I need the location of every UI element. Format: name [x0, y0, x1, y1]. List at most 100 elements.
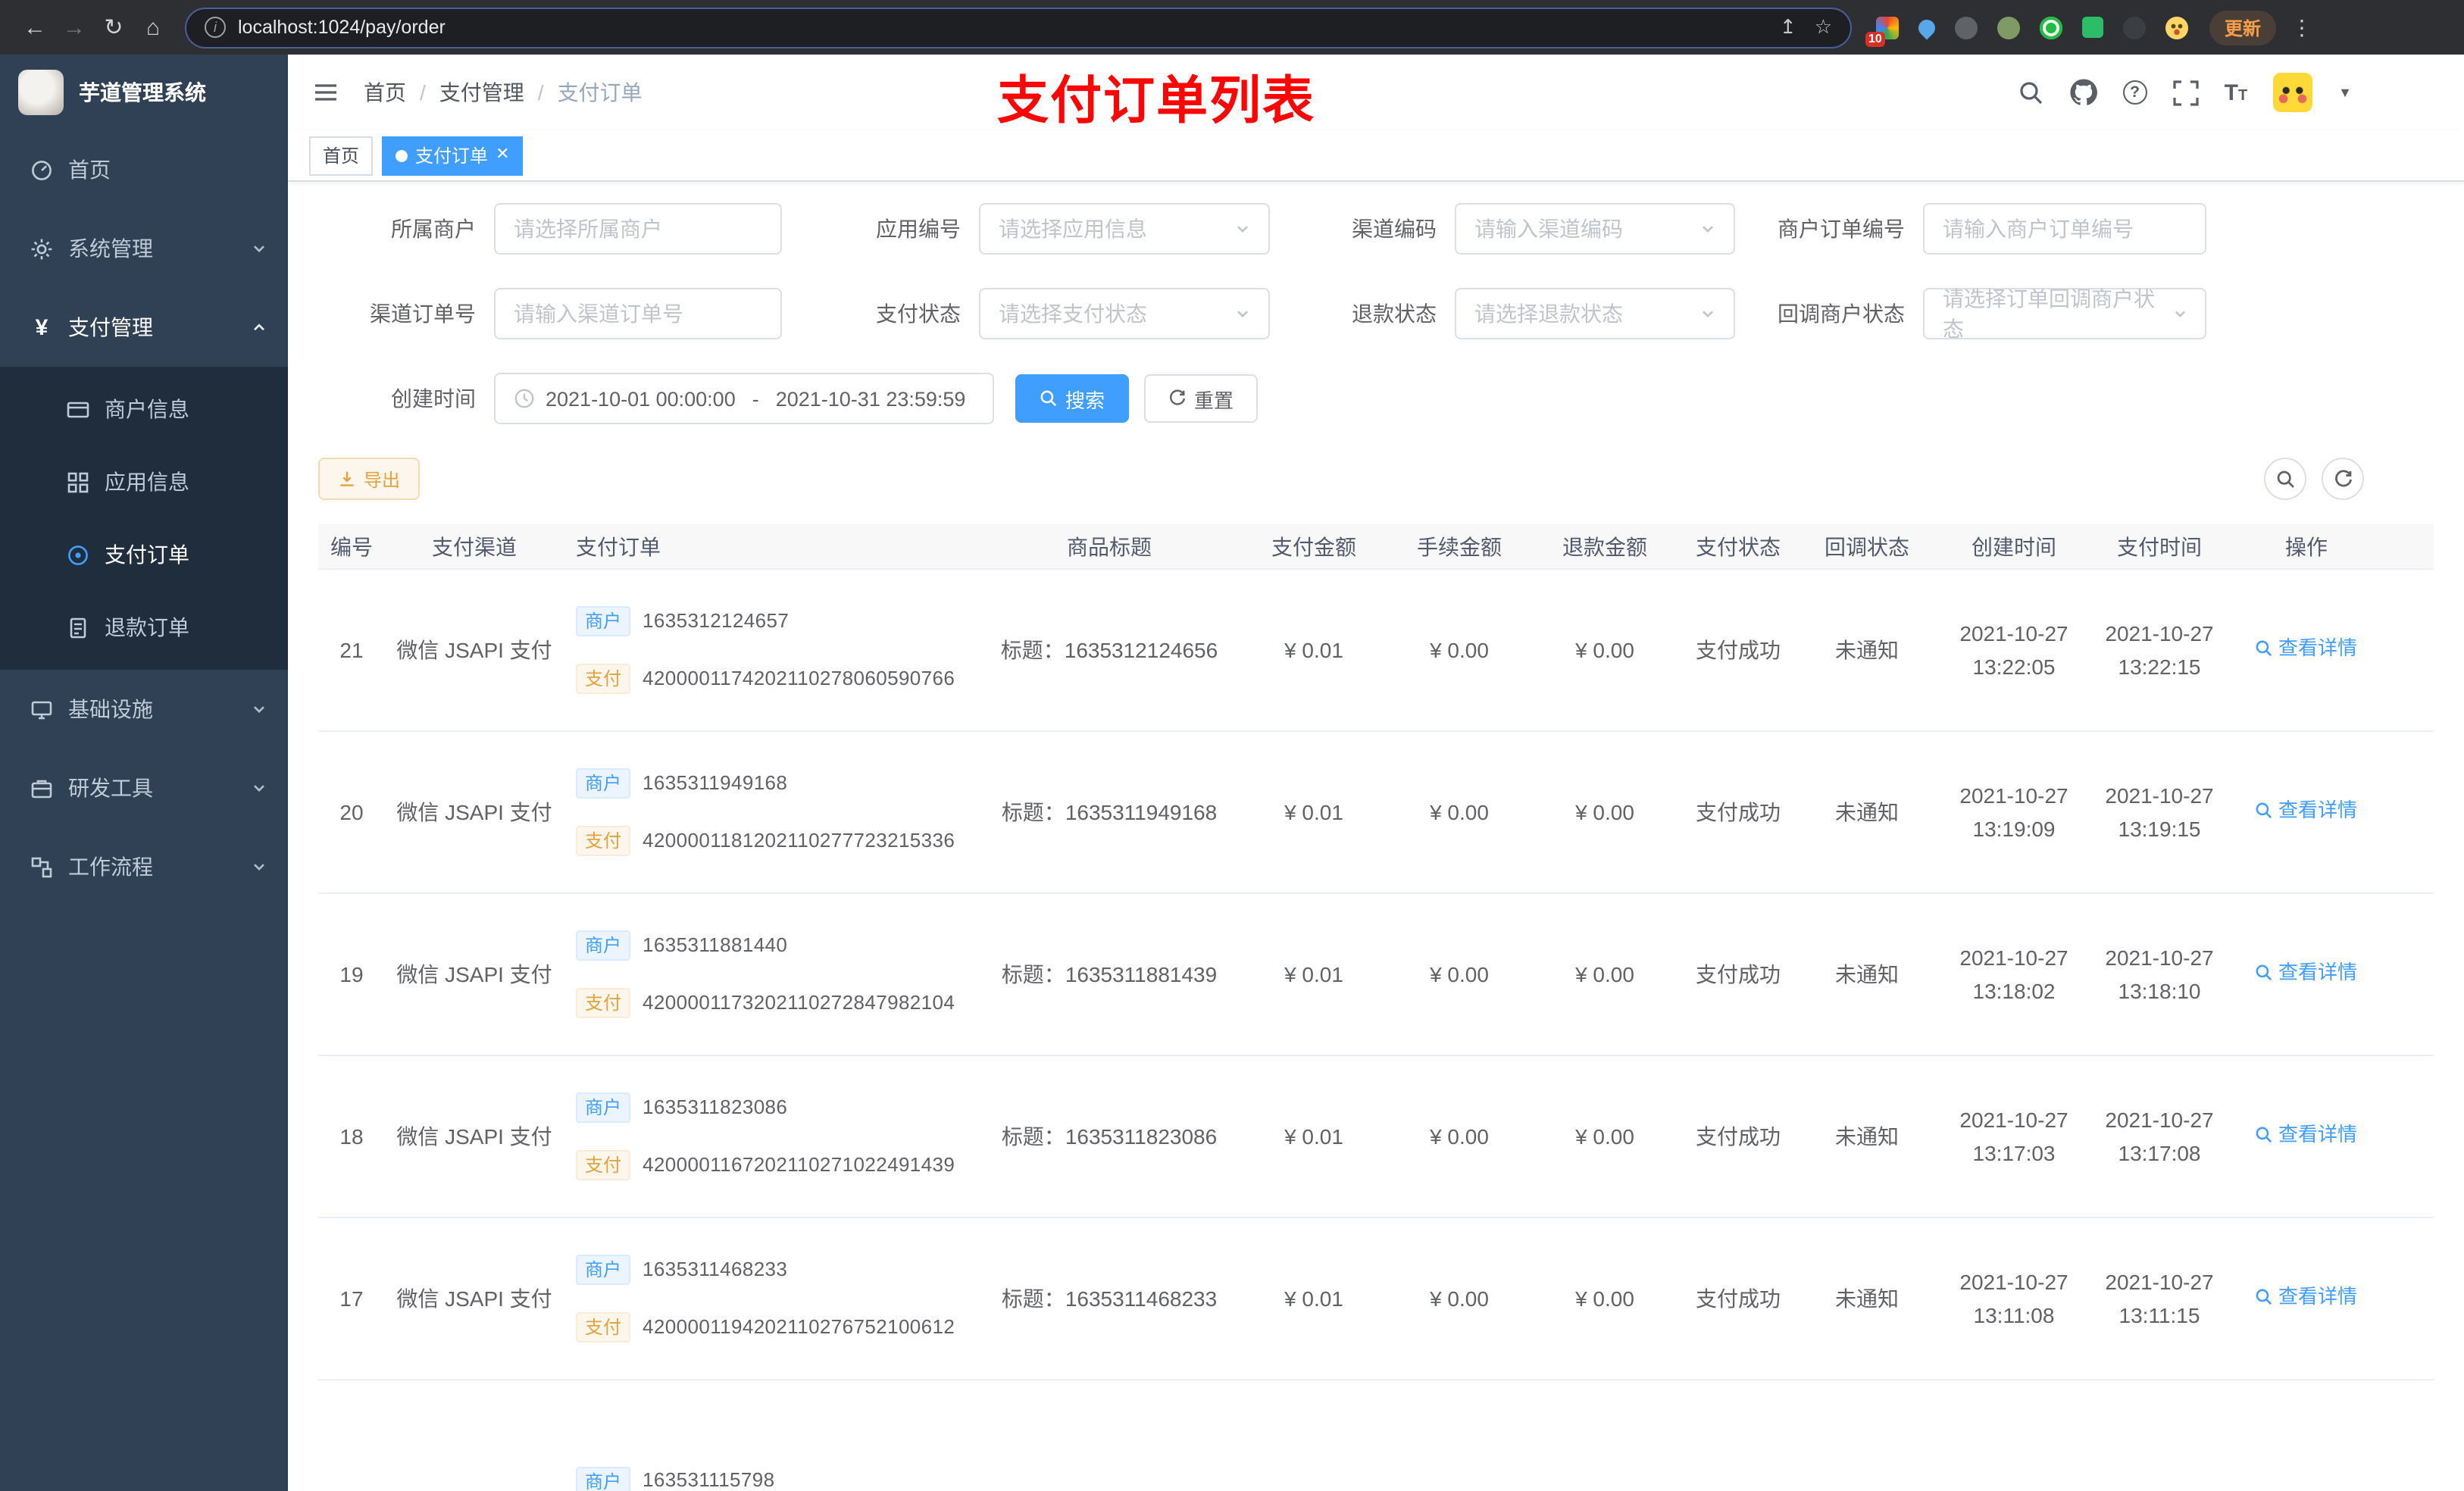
- sidebar-item-app-info[interactable]: 应用信息: [0, 445, 288, 518]
- extension-badge: 10: [1865, 31, 1885, 46]
- export-button[interactable]: 导出: [318, 458, 421, 500]
- view-detail-link[interactable]: 查看详情: [2256, 1283, 2357, 1311]
- callback-status-select[interactable]: 请选择订单回调商户状态: [1923, 286, 2206, 341]
- address-bar[interactable]: i localhost:1024/pay/order ↥ ☆: [185, 7, 1852, 48]
- tab-pay-order[interactable]: 支付订单 ✕: [382, 136, 524, 175]
- extension-icon[interactable]: [1997, 16, 2020, 39]
- range-separator: -: [752, 387, 759, 410]
- reload-icon[interactable]: ↻: [94, 8, 133, 47]
- sidebar-item-pay-order[interactable]: 支付订单: [0, 518, 288, 591]
- reset-button[interactable]: 重置: [1144, 374, 1259, 423]
- cell-amount: ¥ 0.01: [1284, 799, 1343, 824]
- title-prefix: 标题：: [1001, 961, 1065, 986]
- merchant-order-no-field[interactable]: [1943, 217, 2187, 241]
- sidebar-item-dev-tools[interactable]: 研发工具: [0, 749, 288, 827]
- breadcrumb-home[interactable]: 首页: [364, 77, 406, 108]
- chevron-down-icon: [1703, 226, 1713, 233]
- extension-icon[interactable]: [2082, 17, 2103, 38]
- sidebar-item-refund-order[interactable]: 退款订单: [0, 591, 288, 664]
- cell-status: 支付成功: [1696, 1124, 1781, 1149]
- forward-icon[interactable]: →: [55, 8, 94, 47]
- browser-update-button[interactable]: 更新: [2209, 10, 2277, 45]
- bookmark-star-icon[interactable]: ☆: [1815, 15, 1832, 39]
- sidebar-item-home[interactable]: 首页: [0, 130, 288, 209]
- title-value: 1635311823086: [1065, 1124, 1218, 1149]
- refresh-table-button[interactable]: [2322, 458, 2364, 500]
- avatar-caret-icon[interactable]: ▼: [2338, 85, 2352, 100]
- chevron-down-icon: [1703, 311, 1713, 318]
- cell-notify: 未通知: [1835, 799, 1899, 824]
- cell-amount: ¥ 0.01: [1284, 961, 1343, 986]
- home-icon[interactable]: ⌂: [133, 8, 173, 47]
- table-row: 21 微信 JSAPI 支付 商户 1635312124657 支付 42000…: [318, 570, 2434, 732]
- view-detail-link[interactable]: 查看详情: [2256, 1121, 2357, 1149]
- browser-menu-icon[interactable]: ⋮: [2291, 14, 2312, 40]
- close-icon[interactable]: ✕: [496, 146, 509, 164]
- breadcrumb-payment[interactable]: 支付管理: [439, 77, 524, 108]
- view-detail-link[interactable]: 查看详情: [2256, 634, 2357, 663]
- toggle-search-button[interactable]: [2264, 458, 2306, 500]
- sidebar-toggle-icon[interactable]: [312, 79, 339, 106]
- extension-icon[interactable]: [2123, 16, 2146, 39]
- col-notify: 回调状态: [1825, 534, 1909, 558]
- back-icon[interactable]: ←: [15, 8, 55, 47]
- title-value: 1635312124656: [1064, 637, 1218, 662]
- github-icon[interactable]: [2070, 79, 2097, 106]
- extension-icon[interactable]: [2165, 16, 2188, 39]
- workflow-icon: [30, 855, 53, 878]
- table-header: 编号 支付渠道 支付订单 商品标题 支付金额 手续金额 退款金额 支付状态 回调…: [318, 524, 2434, 570]
- merchant-input-field[interactable]: [514, 217, 762, 241]
- refund-status-select[interactable]: 请选择退款状态: [1455, 288, 1735, 339]
- refresh-icon: [2334, 469, 2352, 486]
- search-button[interactable]: 搜索: [1015, 374, 1130, 423]
- sidebar-item-workflow[interactable]: 工作流程: [0, 827, 288, 906]
- cell-notify: 未通知: [1835, 961, 1899, 986]
- extension-icon[interactable]: [1955, 16, 1978, 39]
- sidebar-item-merchant-info[interactable]: 商户信息: [0, 373, 288, 445]
- extension-icon[interactable]: [1915, 15, 1939, 39]
- refund-status-label: 退款状态: [1352, 302, 1437, 326]
- table-body: 21 微信 JSAPI 支付 商户 1635312124657 支付 42000…: [318, 570, 2434, 1380]
- merchant-order-no-input[interactable]: [1923, 203, 2206, 255]
- channel-order-no-field[interactable]: [514, 302, 762, 326]
- cell-pay-order: 商户 1635311468233 支付 42000011942021102767…: [564, 1218, 991, 1379]
- channel-code-select[interactable]: 请输入渠道编码: [1455, 203, 1735, 255]
- cell-status: 支付成功: [1696, 1286, 1781, 1311]
- search-icon[interactable]: [2018, 80, 2044, 105]
- merchant-order-no: 1635312124657: [643, 608, 790, 632]
- extension-icon[interactable]: [2040, 16, 2062, 39]
- cell-status: 支付成功: [1696, 637, 1781, 662]
- sidebar-item-infrastructure[interactable]: 基础设施: [0, 670, 288, 749]
- table-row: 17 微信 JSAPI 支付 商户 1635311468233 支付 42000…: [318, 1218, 2434, 1380]
- cell-status: 支付成功: [1696, 799, 1781, 824]
- create-time-range-picker[interactable]: 2021-10-01 00:00:00 - 2021-10-31 23:59:5…: [494, 373, 994, 424]
- chevron-down-icon: [252, 780, 267, 796]
- pay-status-select[interactable]: 请选择支付状态: [979, 288, 1270, 339]
- view-detail-link[interactable]: 查看详情: [2256, 958, 2357, 987]
- tags-view-bar: 首页 支付订单 ✕: [288, 130, 2464, 182]
- target-icon: [67, 543, 89, 566]
- cell-id: 20: [339, 799, 364, 824]
- font-size-icon[interactable]: TT: [2225, 81, 2248, 104]
- monitor-icon: [30, 698, 53, 720]
- cell-amount: ¥ 0.01: [1284, 637, 1343, 662]
- sidebar-item-system[interactable]: 系统管理: [0, 209, 288, 288]
- app-title: 芋道管理系统: [79, 80, 206, 105]
- site-info-icon[interactable]: i: [205, 17, 226, 38]
- view-detail-link[interactable]: 查看详情: [2256, 796, 2357, 825]
- tab-home[interactable]: 首页: [309, 136, 374, 175]
- download-icon: [340, 471, 354, 486]
- cell-refund: ¥ 0.00: [1575, 961, 1634, 986]
- cell-pay-order: 商户 163531115798: [564, 1380, 991, 1491]
- cell-title: 标题：1635312124656: [991, 635, 1227, 666]
- share-icon[interactable]: ↥: [1780, 15, 1796, 39]
- sidebar-item-payment[interactable]: ¥ 支付管理: [0, 288, 288, 367]
- fullscreen-icon[interactable]: [2172, 80, 2199, 105]
- merchant-input[interactable]: [494, 203, 782, 255]
- help-icon[interactable]: ?: [2122, 80, 2147, 105]
- channel-order-no-input[interactable]: [494, 288, 782, 339]
- extension-icon[interactable]: 10: [1865, 16, 1899, 46]
- app-select[interactable]: 请选择应用信息: [979, 203, 1270, 255]
- avatar[interactable]: [2273, 73, 2313, 112]
- pay-order-no: 4200001167202110271022491439: [643, 1152, 955, 1176]
